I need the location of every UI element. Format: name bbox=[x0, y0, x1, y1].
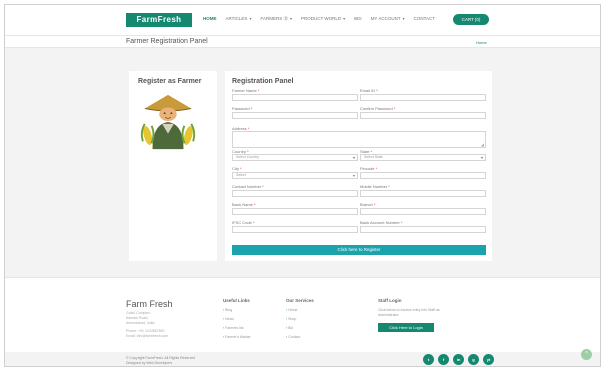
nav-contact[interactable]: CONTACT bbox=[414, 16, 435, 22]
registration-form: Registration Panel Farmer Name * Email I… bbox=[225, 71, 492, 261]
resize-grip-icon[interactable]: ◢ bbox=[481, 143, 484, 147]
contact-input[interactable] bbox=[232, 190, 358, 197]
site-logo[interactable]: FarmFresh bbox=[126, 13, 192, 27]
farmer-illustration bbox=[140, 94, 196, 150]
footer-email[interactable]: Email: info@farmfresh.com bbox=[126, 334, 168, 338]
email-label: Email ID * bbox=[360, 88, 378, 93]
scroll-to-top-button[interactable]: ^ bbox=[581, 349, 592, 360]
site-footer: Farm Fresh Gokul Complex, Ashram Road, A… bbox=[5, 277, 600, 352]
pincode-input[interactable] bbox=[360, 172, 486, 179]
chevron-down-icon: ▾ bbox=[480, 155, 483, 160]
address-line: Gokul Complex, bbox=[126, 311, 151, 315]
password-label: Password * bbox=[232, 106, 253, 111]
city-label: City * bbox=[232, 166, 242, 171]
full-name-label: Farmer Name * bbox=[232, 88, 260, 93]
chevron-down-icon: ▾ bbox=[352, 155, 355, 160]
confirm-password-label: Confirm Password * bbox=[360, 106, 396, 111]
branch-label: Branch * bbox=[360, 202, 376, 207]
twitter-icon[interactable]: t bbox=[423, 354, 434, 365]
footer-link[interactable]: › Home bbox=[286, 308, 298, 312]
mobile-input[interactable] bbox=[360, 190, 486, 197]
register-button[interactable]: Click here to Register bbox=[232, 245, 486, 255]
top-navigation: FarmFresh HOME ARTICLES ▾ FARMERS Ⓓ ▾ PROD… bbox=[5, 5, 600, 35]
youtube-icon[interactable]: yt bbox=[483, 354, 494, 365]
chevron-down-icon: ▾ bbox=[289, 16, 292, 21]
nav-bid[interactable]: BID bbox=[354, 16, 362, 22]
ifsc-label: IFSC Code * bbox=[232, 220, 255, 225]
full-name-input[interactable] bbox=[232, 94, 358, 101]
password-input[interactable] bbox=[232, 112, 358, 119]
confirm-password-input[interactable] bbox=[360, 112, 486, 119]
country-select[interactable]: Select Country ▾ bbox=[232, 154, 358, 161]
google-plus-icon[interactable]: g bbox=[468, 354, 479, 365]
footer-link[interactable]: › News bbox=[223, 317, 234, 321]
facebook-icon[interactable]: f bbox=[438, 354, 449, 365]
address-textarea[interactable]: ◢ bbox=[232, 131, 486, 148]
copyright-text: © Copyright FarmFresh. All Rights Reserv… bbox=[126, 356, 196, 365]
address-line: Ahmedabad, India bbox=[126, 321, 155, 325]
our-services-heading: Our Services bbox=[286, 298, 314, 303]
copyright-bar: © Copyright FarmFresh. All Rights Reserv… bbox=[5, 352, 600, 366]
nav-my-account[interactable]: MY ACCOUNT ▾ bbox=[371, 16, 405, 22]
chevron-down-icon: ▾ bbox=[343, 16, 346, 21]
footer-link[interactable]: › Farmer's Market bbox=[223, 335, 251, 339]
footer-link[interactable]: › Contact bbox=[286, 335, 300, 339]
account-number-label: Bank Account Number * bbox=[360, 220, 403, 225]
footer-brand: Farm Fresh bbox=[126, 299, 173, 309]
footer-link[interactable]: › Shop bbox=[286, 317, 296, 321]
chevron-down-icon: ▾ bbox=[249, 16, 252, 21]
page-title: Farmer Registration Panel bbox=[126, 38, 208, 45]
footer-link[interactable]: › Bid bbox=[286, 326, 293, 330]
account-number-input[interactable] bbox=[360, 226, 486, 233]
ifsc-input[interactable] bbox=[232, 226, 358, 233]
footer-link[interactable]: › Farmers list bbox=[223, 326, 243, 330]
chevron-down-icon: ▾ bbox=[402, 16, 405, 21]
staff-login-text: Administrator bbox=[378, 313, 399, 317]
bank-name-input[interactable] bbox=[232, 208, 358, 215]
form-title: Registration Panel bbox=[232, 78, 294, 85]
nav-home[interactable]: HOME bbox=[203, 16, 217, 22]
nav-farmers[interactable]: FARMERS Ⓓ ▾ bbox=[260, 16, 292, 22]
nav-product-world[interactable]: PRODUCT WORLD ▾ bbox=[301, 16, 345, 22]
footer-phone: Phone: +91 1234567890 bbox=[126, 329, 165, 333]
breadcrumb-home[interactable]: Home bbox=[476, 40, 487, 45]
footer-link[interactable]: › Blog bbox=[223, 308, 232, 312]
email-input[interactable] bbox=[360, 94, 486, 101]
staff-login-heading: Staff Login bbox=[378, 298, 402, 303]
title-bar: Farmer Registration Panel Home bbox=[5, 35, 600, 48]
mobile-label: Mobile Number * bbox=[360, 184, 390, 189]
page-frame: FarmFresh HOME ARTICLES ▾ FARMERS Ⓓ ▾ PROD… bbox=[4, 4, 601, 367]
main-menu: HOME ARTICLES ▾ FARMERS Ⓓ ▾ PRODUCT WORLD ▾… bbox=[203, 16, 435, 22]
branch-input[interactable] bbox=[360, 208, 486, 215]
useful-links-heading: Useful Links bbox=[223, 298, 250, 303]
staff-login-text: Click below to Access entry into Staff a… bbox=[378, 308, 440, 312]
pincode-label: Pincode * bbox=[360, 166, 378, 171]
staff-login-button[interactable]: Click Here to Login bbox=[378, 323, 434, 332]
bank-name-label: Bank Name * bbox=[232, 202, 256, 207]
cart-button[interactable]: CART (0) bbox=[453, 14, 489, 25]
city-select[interactable]: Select ▾ bbox=[232, 172, 358, 179]
address-line: Ashram Road, bbox=[126, 316, 149, 320]
register-as-farmer-panel: Register as Farmer bbox=[129, 71, 217, 261]
state-select[interactable]: Select State ▾ bbox=[360, 154, 486, 161]
chevron-down-icon: ▾ bbox=[352, 173, 355, 178]
nav-articles[interactable]: ARTICLES ▾ bbox=[226, 16, 252, 22]
linkedin-icon[interactable]: in bbox=[453, 354, 464, 365]
contact-label: Contact Number * bbox=[232, 184, 264, 189]
panel-heading: Register as Farmer bbox=[138, 78, 202, 85]
